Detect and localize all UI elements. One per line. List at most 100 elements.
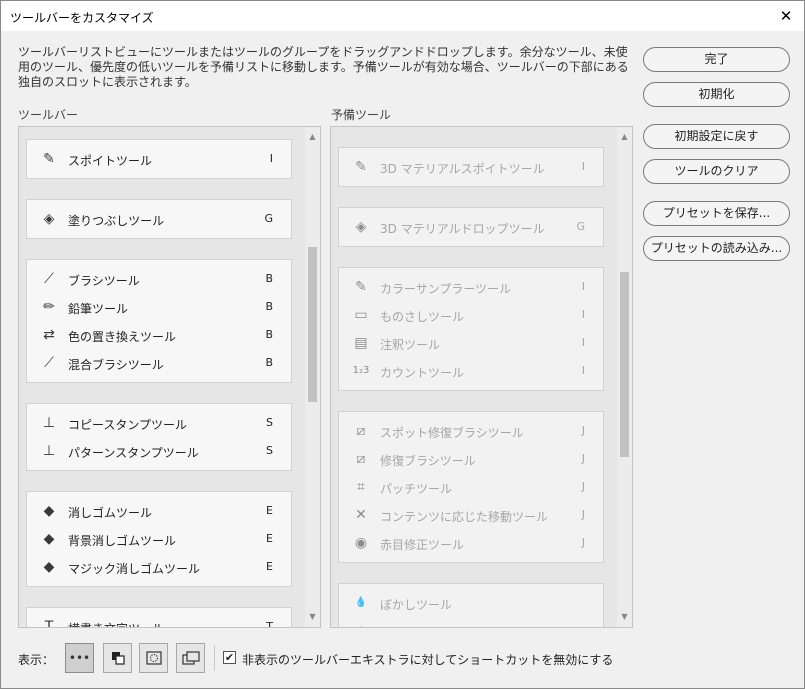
done-button[interactable]: 完了: [643, 47, 790, 72]
tool-row[interactable]: 💧 ぼかしツール: [339, 589, 603, 617]
tool-row[interactable]: ▤ 注釈ツール I: [339, 329, 603, 357]
tool-shortcut-key: T: [266, 620, 273, 628]
tool-row[interactable]: ⊥ コピースタンプツール S: [27, 409, 291, 437]
tool-shortcut-key: J: [581, 452, 585, 465]
quick-mask-icon: [145, 651, 162, 665]
count-icon: 1₂3: [352, 365, 370, 376]
toolbar-tool-group[interactable]: T 横書き文字ツール T: [26, 607, 292, 628]
tool-name: ブラシツール: [68, 274, 140, 288]
reserve-tool-group[interactable]: ✎ 3D マテリアルスポイトツール I: [338, 147, 604, 187]
restore-defaults-button[interactable]: 初期設定に戻す: [643, 124, 790, 149]
tool-shortcut-key: S: [266, 416, 273, 429]
tool-row[interactable]: ▭ ものさしツール I: [339, 301, 603, 329]
reserve-tools-panel[interactable]: ✎ 3D マテリアルスポイトツール I ◈ 3D マテリアルドロップツール G ✎ カラーサン…: [330, 126, 633, 628]
scroll-up-arrow-icon[interactable]: ▲: [305, 129, 320, 145]
tool-shortcut-key: B: [265, 356, 273, 369]
toolbar-tool-group[interactable]: ✎ スポイトツール I: [26, 139, 292, 179]
tool-row[interactable]: ◈ 塗りつぶしツール G: [27, 205, 291, 233]
scrollbar-thumb[interactable]: [308, 247, 317, 402]
tool-row[interactable]: ⟋ 混合ブラシツール B: [27, 349, 291, 377]
tool-row[interactable]: ⧄ 修復ブラシツール J: [339, 445, 603, 473]
toolbar-tool-group[interactable]: ◆ 消しゴムツール E ◆ 背景消しゴムツール E ◆ マジック消しゴムツール E: [26, 491, 292, 587]
screen-mode-toggle[interactable]: [176, 643, 205, 673]
tool-name: パッチツール: [380, 482, 453, 496]
reserve-tools-heading: 予備ツール: [331, 108, 392, 122]
tool-shortcut-key: J: [581, 424, 585, 437]
reserve-tool-group[interactable]: ⧄ スポット修復ブラシツール J ⧄ 修復ブラシツール J ⌗ パッチツール J ✕ コンテンツに応…: [338, 411, 604, 563]
content-aware-move-icon: ✕: [355, 507, 367, 523]
tool-shortcut-key: I: [581, 280, 585, 293]
tool-row[interactable]: ⇄ 色の置き換えツール B: [27, 321, 291, 349]
load-preset-button[interactable]: プリセットの読み込み...: [643, 236, 790, 261]
disable-shortcuts-label[interactable]: 非表示のツールバーエキストラに対してショートカットを無効にする: [242, 651, 613, 668]
description-text: ツールバーリストビューにツールまたはツールのグループをドラッグアンドドロップしま…: [18, 45, 629, 89]
tool-row[interactable]: ✎ 3D マテリアルスポイトツール I: [339, 153, 603, 181]
tool-name: マジック消しゴムツール: [68, 562, 201, 576]
scroll-down-arrow-icon[interactable]: ▼: [617, 609, 632, 625]
3d-eyedropper-icon: ✎: [355, 159, 367, 175]
tool-row[interactable]: ◈ 3D マテリアルドロップツール G: [339, 213, 603, 241]
tool-name: シャープツール: [380, 624, 463, 627]
tool-shortcut-key: I: [581, 364, 585, 377]
reserve-tool-group[interactable]: ◈ 3D マテリアルドロップツール G: [338, 207, 604, 247]
tool-row[interactable]: ⌗ パッチツール J: [339, 473, 603, 501]
default-colors-toggle[interactable]: [103, 643, 132, 673]
tool-row[interactable]: ◉ 赤目修正ツール J: [339, 529, 603, 557]
tool-row[interactable]: ◆ マジック消しゴムツール E: [27, 553, 291, 581]
background-eraser-icon: ◆: [43, 531, 55, 547]
clear-tools-button[interactable]: ツールのクリア: [643, 159, 790, 184]
tool-row[interactable]: ◆ 消しゴムツール E: [27, 497, 291, 525]
quick-mask-toggle[interactable]: [139, 643, 168, 673]
close-icon[interactable]: ✕: [776, 6, 796, 26]
reserve-tool-group[interactable]: ✎ カラーサンプラーツール I ▭ ものさしツール I ▤ 注釈ツール I 1₂3 カウントツール I: [338, 267, 604, 391]
tool-name: スポイトツール: [68, 154, 153, 168]
tool-row[interactable]: ✎ スポイトツール I: [27, 145, 291, 173]
type-icon: T: [44, 619, 54, 628]
toolbar-list-panel[interactable]: ✎ スポイトツール I ◈ 塗りつぶしツール G ⟋ ブラシツール B ✏ 鉛筆ツール B ⇄ 色の置き換…: [18, 126, 321, 628]
tool-shortcut-key: G: [264, 212, 273, 225]
title-bar: ツールバーをカスタマイズ ✕: [1, 1, 804, 31]
tool-row[interactable]: ▲ シャープツール: [339, 617, 603, 627]
tool-name: 消しゴムツール: [68, 506, 153, 520]
toolbar-tool-group[interactable]: ◈ 塗りつぶしツール G: [26, 199, 292, 239]
reset-button[interactable]: 初期化: [643, 82, 790, 107]
tool-name: カウントツール: [380, 366, 465, 380]
tool-row[interactable]: ✎ カラーサンプラーツール I: [339, 273, 603, 301]
scrollbar-thumb[interactable]: [620, 272, 629, 457]
clone-stamp-icon: ⊥: [42, 415, 56, 431]
ruler-icon: ▭: [354, 307, 368, 323]
toolbar-tool-group[interactable]: ⟋ ブラシツール B ✏ 鉛筆ツール B ⇄ 色の置き換えツール B ⟋ 混合ブラシツール B: [26, 259, 292, 383]
tool-row[interactable]: ✕ コンテンツに応じた移動ツール J: [339, 501, 603, 529]
ellipsis-icon: •••: [68, 651, 91, 665]
tool-row[interactable]: ◆ 背景消しゴムツール E: [27, 525, 291, 553]
tool-name: 3D マテリアルドロップツール: [380, 222, 545, 236]
tool-shortcut-key: B: [265, 272, 273, 285]
tool-shortcut-key: I: [581, 308, 585, 321]
tool-row[interactable]: ✏ 鉛筆ツール B: [27, 293, 291, 321]
tool-shortcut-key: B: [265, 300, 273, 313]
reserve-scrollbar[interactable]: ▲ ▼: [617, 127, 632, 627]
reserve-tool-group[interactable]: 💧 ぼかしツール ▲ シャープツール: [338, 583, 604, 627]
save-preset-button[interactable]: プリセットを保存...: [643, 201, 790, 226]
tool-row[interactable]: ⊥ パターンスタンプツール S: [27, 437, 291, 465]
tool-shortcut-key: J: [581, 480, 585, 493]
tool-name: 塗りつぶしツール: [68, 214, 165, 228]
toolbar-heading: ツールバー: [18, 108, 79, 122]
tool-shortcut-key: I: [581, 160, 585, 173]
screen-mode-icon: [181, 651, 200, 665]
toolbar-scrollbar[interactable]: ▲ ▼: [305, 127, 320, 627]
disable-shortcuts-checkbox[interactable]: ✔: [223, 651, 236, 664]
toolbar-extras-toggle[interactable]: •••: [65, 643, 94, 673]
tool-shortcut-key: J: [581, 536, 585, 549]
magic-eraser-icon: ◆: [43, 559, 55, 575]
note-icon: ▤: [354, 335, 368, 351]
tool-name: 修復ブラシツール: [380, 454, 476, 468]
tool-row[interactable]: T 横書き文字ツール T: [27, 613, 291, 628]
tool-row[interactable]: 1₂3 カウントツール I: [339, 357, 603, 385]
toolbar-tool-group[interactable]: ⊥ コピースタンプツール S ⊥ パターンスタンプツール S: [26, 403, 292, 471]
mixer-brush-icon: ⟋: [44, 355, 54, 371]
scroll-down-arrow-icon[interactable]: ▼: [305, 609, 320, 625]
tool-row[interactable]: ⟋ ブラシツール B: [27, 265, 291, 293]
tool-row[interactable]: ⧄ スポット修復ブラシツール J: [339, 417, 603, 445]
scroll-up-arrow-icon[interactable]: ▲: [617, 129, 632, 145]
